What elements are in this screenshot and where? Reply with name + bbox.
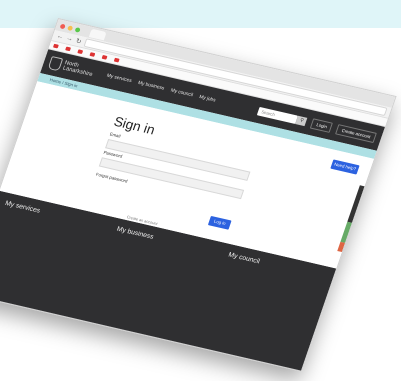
feedback-tab[interactable] [347, 185, 365, 223]
maximize-window-icon[interactable] [74, 26, 81, 33]
bookmark-favicon-icon [89, 52, 96, 57]
bookmark-item[interactable] [65, 46, 73, 52]
bookmark-favicon-icon [77, 49, 84, 55]
bookmark-item[interactable] [113, 57, 122, 63]
bookmark-favicon-icon [52, 43, 59, 49]
bookmark-favicon-icon [113, 57, 120, 63]
footer-link[interactable] [0, 228, 91, 250]
bookmark-item[interactable] [77, 49, 85, 55]
logo-text: North Lanarkshire [61, 60, 94, 78]
bookmark-item[interactable] [89, 52, 97, 57]
screenshot-scene: ← → ↻ North Lanarkshire My services My b… [0, 12, 401, 381]
footer-link[interactable] [108, 254, 203, 276]
footer-link[interactable] [110, 249, 205, 271]
feedback-tab-red[interactable] [337, 241, 346, 253]
footer-link[interactable] [109, 252, 204, 274]
bookmark-favicon-icon [101, 54, 108, 60]
close-window-icon[interactable] [59, 23, 66, 29]
crest-icon [47, 56, 64, 72]
nav-my-council[interactable]: My council [170, 88, 194, 99]
bookmark-item[interactable] [52, 43, 61, 49]
footer-column-services: My services [0, 200, 101, 331]
forward-arrow-icon[interactable]: → [65, 35, 74, 43]
footer-link[interactable] [220, 280, 315, 302]
bookmark-favicon-icon [65, 46, 72, 52]
footer-link[interactable] [0, 223, 93, 245]
login-header-button[interactable]: Login [310, 117, 334, 133]
search-icon[interactable]: ⚲ [295, 115, 308, 126]
nav-my-business[interactable]: My business [137, 80, 165, 91]
site-search: Search ⚲ [257, 106, 308, 126]
minimize-window-icon[interactable] [67, 24, 74, 31]
footer-column-business: My business [80, 226, 212, 357]
footer-column-council: My council [192, 252, 324, 372]
nav-my-services[interactable]: My services [106, 73, 133, 84]
footer-link[interactable] [222, 275, 317, 297]
nav-my-jobs[interactable]: My jobs [198, 94, 216, 103]
need-help-button[interactable]: Need help? [330, 159, 360, 175]
email-label: Email [109, 131, 122, 139]
login-button[interactable]: Log in [207, 215, 232, 230]
create-account-button[interactable]: Create account [335, 123, 378, 143]
forgot-password-link[interactable]: Forgot password [95, 172, 128, 184]
footer-link[interactable] [0, 226, 92, 248]
reload-icon[interactable]: ↻ [74, 37, 83, 46]
back-arrow-icon[interactable]: ← [56, 33, 65, 41]
search-input[interactable]: Search [257, 106, 299, 124]
feedback-tab-green[interactable] [340, 221, 352, 243]
browser-window: ← → ↻ North Lanarkshire My services My b… [0, 18, 397, 372]
bookmark-item[interactable] [101, 54, 110, 60]
footer-link[interactable] [221, 277, 316, 299]
